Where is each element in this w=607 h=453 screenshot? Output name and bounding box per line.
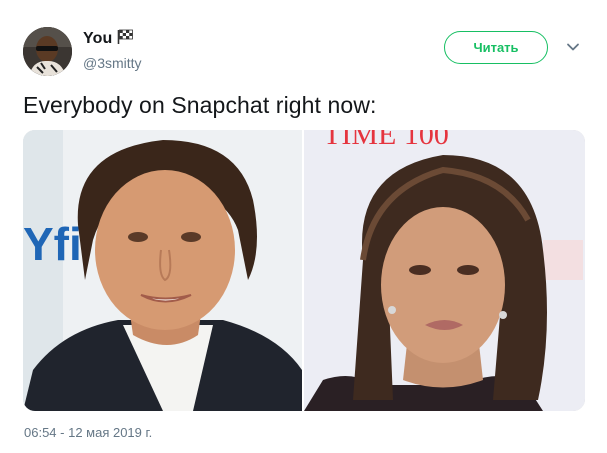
- avatar[interactable]: [23, 27, 72, 76]
- tweet-media[interactable]: Yfi TIME 100: [23, 130, 585, 411]
- background-magazine-text: TIME 100: [323, 130, 449, 151]
- checkered-flag-icon: [117, 29, 133, 44]
- follow-button[interactable]: Читать: [444, 31, 548, 64]
- chevron-down-icon[interactable]: [566, 42, 580, 52]
- photo-before[interactable]: Yfi: [23, 130, 302, 411]
- tweet-text: Everybody on Snapchat right now:: [23, 92, 377, 118]
- user-handle[interactable]: @3smitty: [83, 55, 142, 71]
- avatar-photo: [23, 27, 72, 76]
- background-logo-text: Yfi: [23, 218, 82, 270]
- tweet-timestamp[interactable]: 06:54 - 12 мая 2019 г.: [24, 425, 152, 440]
- photo-after[interactable]: TIME 100: [304, 130, 585, 411]
- display-name[interactable]: You: [83, 30, 112, 48]
